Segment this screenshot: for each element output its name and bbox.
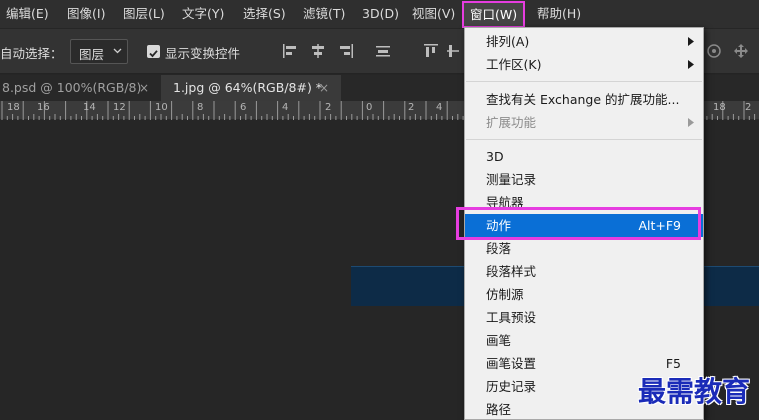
auto-select-value: 图层	[79, 47, 105, 62]
ruler-number: 2	[408, 102, 415, 113]
align-left-icon[interactable]	[282, 43, 298, 59]
menu-separator	[466, 139, 702, 140]
ruler-number: 18	[7, 102, 20, 113]
ruler-number: 0	[366, 102, 373, 113]
tab-label: 1.jpg @ 64%(RGB/8#) *	[173, 80, 323, 95]
ruler-number: 14	[83, 102, 96, 113]
menu-item-find-extensions[interactable]: 查找有关 Exchange 的扩展功能...	[465, 88, 703, 111]
ruler-number: 12	[113, 102, 126, 113]
close-icon[interactable]: ×	[319, 75, 329, 101]
menu-item-brushes[interactable]: 画笔	[465, 329, 703, 352]
auto-select-dropdown[interactable]: 图层	[70, 39, 128, 64]
ruler-number: 4	[436, 102, 443, 113]
align-right-icon[interactable]	[338, 43, 354, 59]
menu-help[interactable]: 帮助(H)	[537, 0, 581, 28]
menu-layer[interactable]: 图层(L)	[123, 0, 165, 28]
menu-filter[interactable]: 滤镜(T)	[303, 0, 345, 28]
menu-item-extensions: 扩展功能	[465, 111, 703, 134]
menu-edit[interactable]: 编辑(E)	[6, 0, 49, 28]
ruler-number: 8	[197, 102, 204, 113]
close-icon[interactable]: ×	[139, 75, 149, 101]
submenu-arrow-icon	[688, 60, 694, 69]
menu-item-arrange[interactable]: 排列(A)	[465, 30, 703, 53]
align-vcenter-icon[interactable]	[447, 43, 459, 59]
menu-image[interactable]: 图像(I)	[67, 0, 105, 28]
menu-separator	[466, 81, 702, 82]
submenu-arrow-icon	[688, 37, 694, 46]
tab-8-psd[interactable]: 8.psd @ 100%(RGB/8) ×	[0, 75, 160, 101]
3d-rotate-icon[interactable]	[706, 43, 722, 59]
tab-1-jpg[interactable]: 1.jpg @ 64%(RGB/8#) * ×	[161, 75, 341, 101]
menu-item-3d[interactable]: 3D	[465, 145, 703, 168]
submenu-arrow-icon	[688, 118, 694, 127]
show-transform-label: 显示变换控件	[165, 46, 241, 61]
show-transform-checkbox[interactable]	[147, 45, 160, 58]
ruler-number: 10	[155, 102, 168, 113]
menu-item-actions[interactable]: 动作 Alt+F9	[465, 214, 703, 237]
ruler-number: 4	[282, 102, 289, 113]
watermark-text: 最需教育	[638, 375, 751, 408]
auto-select-label: 自动选择：	[0, 46, 63, 61]
menu-item-paragraph[interactable]: 段落	[465, 237, 703, 260]
shortcut-label: Alt+F9	[638, 218, 681, 233]
menu-item-tool-presets[interactable]: 工具预设	[465, 306, 703, 329]
ruler-number: 18	[713, 102, 726, 113]
photoshop-window: 编辑(E) 图像(I) 图层(L) 文字(Y) 选择(S) 滤镜(T) 3D(D…	[0, 0, 759, 420]
tab-label: 8.psd @ 100%(RGB/8)	[2, 80, 142, 95]
menu-item-paragraph-styles[interactable]: 段落样式	[465, 260, 703, 283]
3d-pan-icon[interactable]	[733, 43, 749, 59]
ruler-number: 2	[325, 102, 332, 113]
align-top-icon[interactable]	[423, 43, 439, 59]
checkmark-icon	[149, 50, 158, 58]
menu-item-workspace[interactable]: 工作区(K)	[465, 53, 703, 76]
window-menu-dropdown: 排列(A) 工作区(K) 查找有关 Exchange 的扩展功能... 扩展功能…	[464, 27, 704, 420]
menu-3d[interactable]: 3D(D)	[362, 0, 399, 28]
menu-item-measurement-log[interactable]: 测量记录	[465, 168, 703, 191]
distribute-icon[interactable]	[375, 43, 391, 59]
menu-view[interactable]: 视图(V)	[412, 0, 455, 28]
menu-select[interactable]: 选择(S)	[243, 0, 286, 28]
menu-window[interactable]: 窗口(W)	[462, 1, 526, 28]
ruler-number: 16	[37, 102, 50, 113]
ruler-number: 2	[745, 102, 752, 113]
menu-bar: 编辑(E) 图像(I) 图层(L) 文字(Y) 选择(S) 滤镜(T) 3D(D…	[0, 0, 759, 28]
menu-item-navigator[interactable]: 导航器	[465, 191, 703, 214]
menu-item-clone-source[interactable]: 仿制源	[465, 283, 703, 306]
chevron-down-icon	[113, 48, 122, 54]
menu-type[interactable]: 文字(Y)	[182, 0, 224, 28]
align-center-icon[interactable]	[310, 43, 326, 59]
ruler-number: 6	[240, 102, 247, 113]
